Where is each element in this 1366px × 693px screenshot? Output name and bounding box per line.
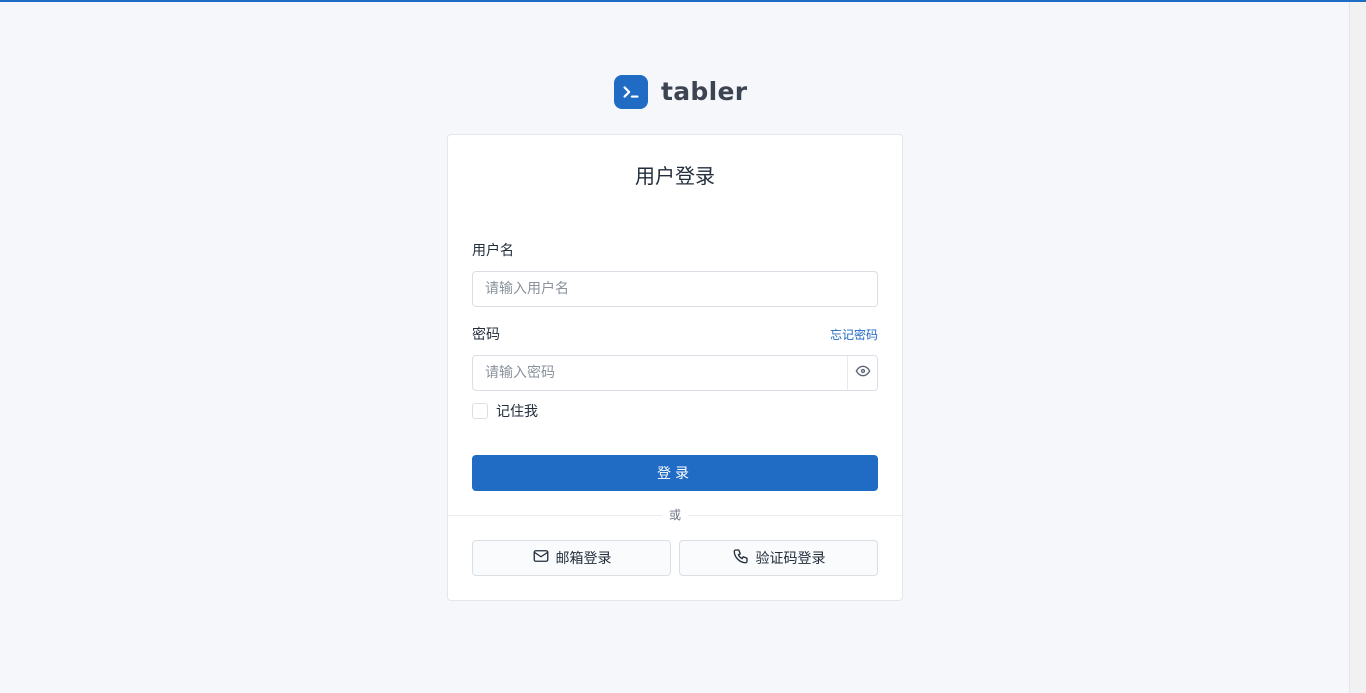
top-accent-bar xyxy=(0,0,1366,2)
divider-text: 或 xyxy=(662,506,688,524)
login-title: 用户登录 xyxy=(635,164,715,188)
brand-logo[interactable]: tabler xyxy=(614,75,747,109)
phone-icon xyxy=(732,547,756,569)
page-scrollbar[interactable] xyxy=(1349,2,1366,693)
password-label: 密码 xyxy=(472,327,500,343)
eye-icon xyxy=(855,363,871,383)
sms-code-login-button[interactable]: 验证码登录 xyxy=(679,540,878,576)
forgot-password-link[interactable]: 忘记密码 xyxy=(830,325,878,345)
password-input[interactable] xyxy=(473,356,847,390)
terminal-prompt-icon xyxy=(614,75,648,109)
mail-icon xyxy=(532,547,556,569)
remember-me[interactable]: 记住我 xyxy=(472,401,538,421)
username-label: 用户名 xyxy=(472,243,514,259)
sms-code-login-label: 验证码登录 xyxy=(755,551,826,567)
login-button[interactable]: 登录 xyxy=(472,455,878,491)
remember-me-checkbox[interactable] xyxy=(472,403,488,419)
login-card: 用户登录 用户名 密码 忘记密码 记住我 登录 或 邮箱登录 xyxy=(447,134,903,601)
show-password-button[interactable] xyxy=(847,356,877,390)
brand-name: tabler xyxy=(661,77,748,106)
email-login-label: 邮箱登录 xyxy=(555,551,612,567)
remember-me-label[interactable]: 记住我 xyxy=(496,401,538,421)
username-input[interactable] xyxy=(472,271,878,307)
email-login-button[interactable]: 邮箱登录 xyxy=(472,540,671,576)
password-field xyxy=(472,355,878,391)
